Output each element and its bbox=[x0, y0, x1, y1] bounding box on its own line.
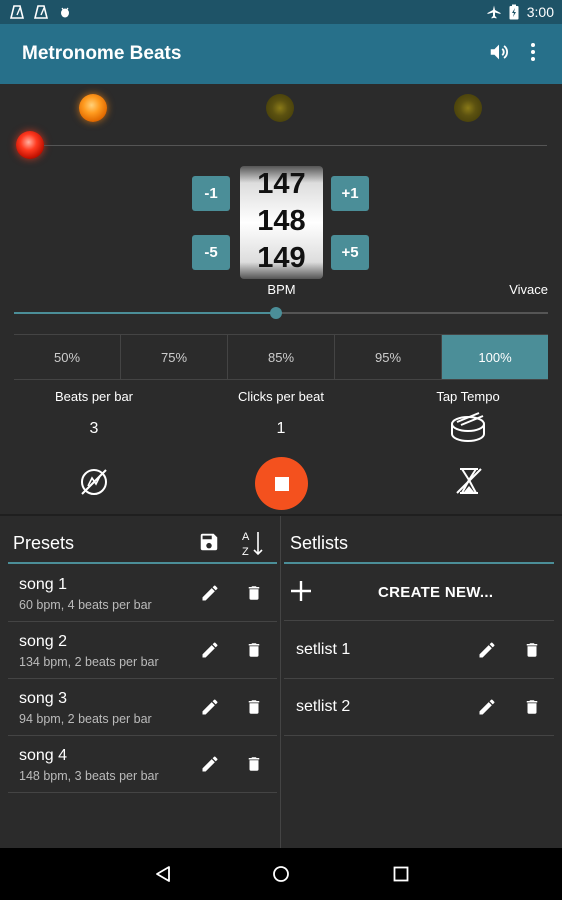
battery-charging-icon bbox=[507, 4, 521, 20]
preset-detail: 60 bpm, 4 beats per bar bbox=[19, 598, 152, 612]
stop-icon bbox=[274, 476, 289, 491]
preset-detail: 148 bpm, 3 beats per bar bbox=[19, 769, 159, 783]
clicks-per-beat-label: Clicks per beat bbox=[238, 389, 324, 404]
navigation-bar bbox=[0, 848, 562, 900]
presets-underline bbox=[8, 562, 277, 564]
edit-icon[interactable] bbox=[198, 638, 222, 662]
edit-icon[interactable] bbox=[475, 638, 499, 662]
section-divider bbox=[0, 514, 562, 516]
back-icon[interactable] bbox=[151, 862, 175, 886]
app-bar: Metronome Beats bbox=[0, 24, 562, 84]
svg-text:Z: Z bbox=[242, 546, 249, 558]
sort-alphabetical-icon[interactable]: A Z bbox=[240, 528, 266, 563]
speed-option[interactable]: 95% bbox=[335, 335, 442, 379]
preset-detail: 94 bpm, 2 beats per bar bbox=[19, 712, 152, 726]
pendulum-track bbox=[44, 145, 547, 146]
preset-item[interactable]: song 4 148 bpm, 3 beats per bar bbox=[8, 736, 277, 793]
preset-item[interactable]: song 3 94 bpm, 2 beats per bar bbox=[8, 679, 277, 736]
bpm-current: 148 bbox=[257, 205, 306, 237]
bpm-picker[interactable]: 147 148 149 bbox=[240, 166, 323, 279]
tempo-slider-fill bbox=[14, 312, 276, 314]
setlist-item[interactable]: setlist 2 bbox=[284, 679, 554, 736]
stop-button[interactable] bbox=[255, 457, 308, 510]
setlist-name: setlist 1 bbox=[296, 641, 351, 658]
svg-text:A: A bbox=[242, 531, 250, 543]
preset-name: song 2 bbox=[19, 633, 68, 650]
delete-icon[interactable] bbox=[242, 752, 266, 776]
clock-time: 3:00 bbox=[526, 4, 554, 20]
tempo-slider[interactable] bbox=[14, 307, 548, 319]
preset-name: song 1 bbox=[19, 576, 68, 593]
mute-accent-icon[interactable] bbox=[78, 466, 110, 503]
beat-light bbox=[454, 94, 482, 122]
preset-item[interactable]: song 1 60 bpm, 4 beats per bar bbox=[8, 565, 277, 622]
delete-icon[interactable] bbox=[242, 638, 266, 662]
beats-per-bar-label: Beats per bar bbox=[54, 389, 134, 404]
create-setlist-button[interactable]: CREATE NEW... bbox=[284, 564, 554, 621]
plus-1-button[interactable]: +1 bbox=[331, 176, 369, 211]
preset-name: song 3 bbox=[19, 690, 68, 707]
save-icon[interactable] bbox=[198, 531, 220, 558]
delete-icon[interactable] bbox=[520, 695, 544, 719]
edit-icon[interactable] bbox=[198, 695, 222, 719]
metronome-notification-icon bbox=[34, 5, 48, 19]
edit-icon[interactable] bbox=[198, 581, 222, 605]
home-icon[interactable] bbox=[269, 862, 293, 886]
timer-off-icon[interactable] bbox=[454, 466, 484, 501]
setlists-title: Setlists bbox=[290, 533, 349, 553]
pendulum-light bbox=[16, 131, 44, 159]
recents-icon[interactable] bbox=[389, 862, 413, 886]
speed-option[interactable]: 75% bbox=[121, 335, 228, 379]
bpm-previous: 147 bbox=[257, 168, 306, 200]
minus-5-button[interactable]: -5 bbox=[192, 235, 230, 270]
preset-item[interactable]: song 2 134 bpm, 2 beats per bar bbox=[8, 622, 277, 679]
panel-divider bbox=[280, 516, 281, 848]
overflow-menu-icon[interactable] bbox=[530, 42, 536, 67]
app-title: Metronome Beats bbox=[22, 43, 182, 64]
edit-icon[interactable] bbox=[475, 695, 499, 719]
preset-name: song 4 bbox=[19, 747, 68, 764]
drum-icon[interactable] bbox=[449, 412, 487, 449]
speed-option[interactable]: 100% bbox=[442, 335, 548, 379]
presets-title: Presets bbox=[13, 533, 75, 553]
setlist-item[interactable]: setlist 1 bbox=[284, 622, 554, 679]
beats-per-bar-value[interactable]: 3 bbox=[14, 420, 174, 438]
bpm-next: 149 bbox=[257, 242, 306, 274]
clicks-per-beat-value[interactable]: 1 bbox=[201, 420, 361, 438]
create-new-label: CREATE NEW... bbox=[378, 584, 494, 601]
speed-option[interactable]: 50% bbox=[14, 335, 121, 379]
status-bar: 3:00 bbox=[0, 0, 562, 24]
delete-icon[interactable] bbox=[242, 581, 266, 605]
bpm-label: BPM bbox=[267, 282, 296, 297]
edit-icon[interactable] bbox=[198, 752, 222, 776]
tap-tempo-label: Tap Tempo bbox=[436, 389, 500, 404]
plus-5-button[interactable]: +5 bbox=[331, 235, 369, 270]
setlist-name: setlist 2 bbox=[296, 698, 351, 715]
tempo-marking: Vivace bbox=[509, 282, 548, 297]
android-debug-icon bbox=[58, 5, 72, 19]
airplane-mode-icon bbox=[487, 5, 501, 19]
tempo-slider-thumb[interactable] bbox=[270, 307, 282, 319]
speed-option[interactable]: 85% bbox=[228, 335, 335, 379]
metronome-notification-icon bbox=[10, 5, 24, 19]
delete-icon[interactable] bbox=[242, 695, 266, 719]
volume-icon[interactable] bbox=[488, 41, 510, 68]
plus-icon bbox=[290, 580, 312, 607]
preset-detail: 134 bpm, 2 beats per bar bbox=[19, 655, 159, 669]
beat-light-active bbox=[79, 94, 107, 122]
speed-percentage-selector: 50% 75% 85% 95% 100% bbox=[14, 334, 548, 380]
beat-light bbox=[266, 94, 294, 122]
minus-1-button[interactable]: -1 bbox=[192, 176, 230, 211]
delete-icon[interactable] bbox=[520, 638, 544, 662]
